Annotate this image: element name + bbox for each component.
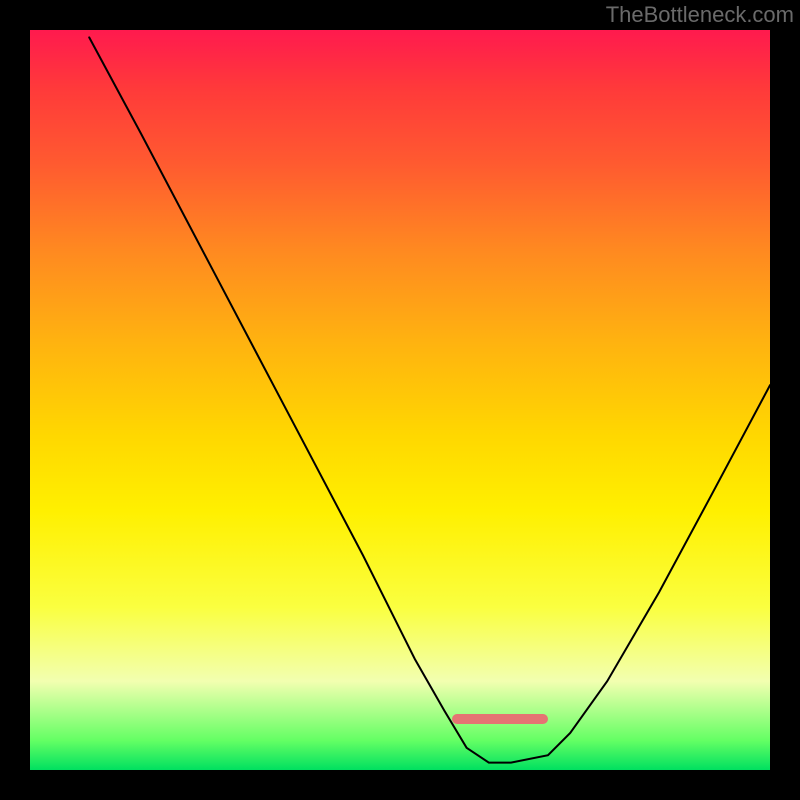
watermark-text: TheBottleneck.com xyxy=(606,2,794,28)
chart-svg xyxy=(30,30,770,770)
chart-frame: TheBottleneck.com xyxy=(0,0,800,800)
plot-area xyxy=(30,30,770,770)
valley-marker xyxy=(452,714,548,724)
curve-path xyxy=(89,37,770,762)
